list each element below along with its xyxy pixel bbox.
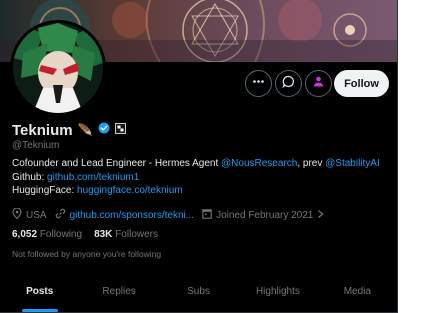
tab-label: Posts — [26, 286, 54, 297]
bio-text: Cofounder and Lead Engineer - Hermes Age… — [12, 158, 222, 169]
subscribe-icon — [312, 75, 325, 93]
bio-line-1: Cofounder and Lead Engineer - Hermes Age… — [12, 157, 380, 171]
bio-line-2: Github: github.com/teknium1 — [12, 171, 380, 185]
active-tab-indicator — [21, 309, 58, 312]
quill-emoji: 🪶 — [77, 123, 93, 137]
tab-posts[interactable]: Posts — [0, 271, 79, 312]
avatar[interactable] — [10, 20, 106, 116]
following-stat[interactable]: 6,052 Following — [12, 229, 82, 240]
tab-label: Subs — [187, 286, 210, 297]
display-name-row: Teknium 🪶 — [12, 121, 126, 139]
joined-text: Joined February 2021 — [216, 209, 314, 221]
calendar-icon — [202, 208, 212, 222]
profile-meta: USA github.com/sponsors/tekni... Joined … — [12, 207, 332, 222]
more-horizontal-icon — [252, 75, 265, 93]
huggingface-link[interactable]: huggingface.co/teknium — [77, 185, 183, 196]
bio-text: Github: — [12, 171, 48, 183]
location-text: USA — [26, 209, 47, 221]
mention-nousresearch[interactable]: @NousResearch — [221, 158, 297, 169]
more-button[interactable] — [245, 70, 272, 97]
location-pin-icon — [12, 207, 22, 222]
tab-highlights[interactable]: Highlights — [238, 271, 317, 312]
followers-label: Followers — [115, 229, 158, 240]
followers-stat[interactable]: 83K Followers — [94, 229, 158, 240]
follow-button[interactable]: Follow — [334, 70, 389, 97]
bio-text: HuggingFace: — [12, 185, 78, 196]
website-link[interactable]: github.com/sponsors/tekni... — [70, 210, 195, 221]
message-button[interactable] — [275, 70, 302, 97]
mention-stabilityai[interactable]: @StabilityAI — [325, 158, 380, 169]
joined-item: Joined February 2021 — [202, 208, 324, 222]
subscribe-button[interactable] — [305, 70, 332, 97]
follow-stats: 6,052 Following 83K Followers — [12, 229, 158, 240]
location-item: USA — [12, 207, 47, 222]
tab-replies[interactable]: Replies — [79, 271, 158, 312]
affiliate-badge-icon[interactable] — [114, 121, 126, 139]
right-margin — [398, 0, 421, 313]
followers-count: 83K — [94, 229, 113, 240]
verified-badge-icon[interactable] — [98, 121, 110, 139]
profile-tabs: Posts Replies Subs Highlights Media — [0, 271, 397, 313]
tab-subs[interactable]: Subs — [159, 271, 238, 312]
github-link[interactable]: github.com/teknium1 — [47, 172, 139, 183]
following-count: 6,052 — [12, 229, 38, 240]
tab-label: Replies — [102, 286, 136, 297]
tab-media[interactable]: Media — [318, 271, 397, 312]
profile-page: Follow Teknium 🪶 @Teknium Cofounder and … — [0, 0, 398, 313]
handle: @Teknium — [12, 140, 60, 151]
display-name: Teknium — [12, 121, 73, 139]
following-label: Following — [39, 229, 83, 240]
bio-text: , prev — [297, 158, 326, 169]
profile-bio: Cofounder and Lead Engineer - Hermes Age… — [12, 157, 380, 198]
not-followed-notice: Not followed by anyone you're following — [12, 249, 162, 259]
bio-line-3: HuggingFace: huggingface.co/teknium — [12, 184, 380, 198]
website-item: github.com/sponsors/tekni... — [55, 208, 195, 222]
message-icon — [282, 75, 295, 93]
link-icon — [55, 208, 66, 222]
tab-label: Highlights — [255, 286, 300, 297]
chevron-right-icon[interactable] — [317, 209, 324, 222]
tab-label: Media — [343, 286, 371, 297]
